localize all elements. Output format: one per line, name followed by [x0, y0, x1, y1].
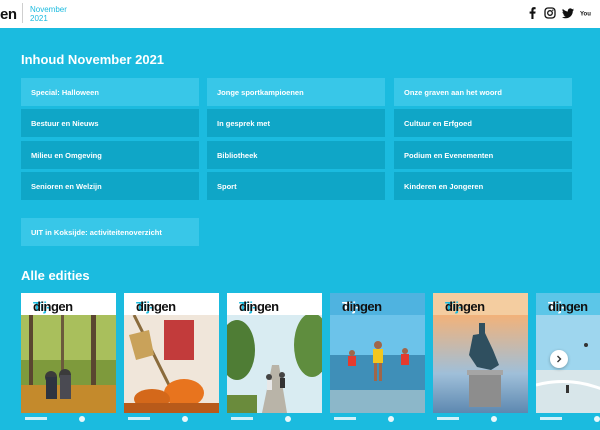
tile-kinderen-en-jongeren[interactable]: Kinderen en Jongeren [394, 172, 572, 200]
edition-cover[interactable]: Tij-dingen [433, 293, 528, 425]
cover-masthead: Tij-dingen [536, 293, 600, 315]
cover-photo [536, 315, 600, 413]
editions-carousel: Tij-dingen Tij-dingen Tij- dingen Tij- d… [21, 293, 600, 430]
edition-cover[interactable]: Tij-dingen [124, 293, 219, 425]
facebook-icon[interactable] [526, 7, 538, 19]
cover-photo [433, 315, 528, 413]
edition-month: November [30, 5, 67, 14]
cover-photo [124, 315, 219, 413]
chevron-right-icon [557, 355, 562, 363]
tile-senioren-en-welzijn[interactable]: Senioren en Welzijn [21, 172, 199, 200]
tile-sport[interactable]: Sport [207, 172, 385, 200]
social-links: You [526, 7, 592, 19]
tile-in-gesprek-met[interactable]: In gesprek met [207, 109, 385, 137]
cover-photo [21, 315, 116, 413]
top-header: en November 2021 You [0, 0, 600, 28]
tile-milieu-en-omgeving[interactable]: Milieu en Omgeving [21, 141, 199, 169]
cover-photo [227, 315, 322, 413]
twitter-icon[interactable] [562, 7, 574, 19]
tile-uit-in-koksijde[interactable]: UIT in Koksijde: activiteitenoverzicht [21, 218, 199, 246]
cover-masthead: Tij-dingen [227, 293, 322, 315]
cover-masthead: Tij-dingen [433, 293, 528, 315]
edition-label: November 2021 [30, 5, 67, 23]
edition-cover[interactable]: Tij-dingen [536, 293, 600, 425]
cover-masthead: Tij-dingen [21, 293, 116, 315]
carousel-next-button[interactable] [550, 350, 568, 368]
contents-title: Inhoud November 2021 [21, 52, 165, 67]
tile-jonge-sportkampioenen[interactable]: Jonge sportkampioenen [207, 78, 385, 106]
tile-bestuur-en-nieuws[interactable]: Bestuur en Nieuws [21, 109, 199, 137]
tile-special-halloween[interactable]: Special: Halloween [21, 78, 199, 106]
cover-masthead: Tij-dingen [124, 293, 219, 315]
edition-cover[interactable]: Tij-dingen [21, 293, 116, 425]
cover-masthead: Tij-dingen [330, 293, 425, 315]
cover-photo [330, 315, 425, 413]
logo[interactable]: en [0, 6, 17, 23]
edition-cover[interactable]: Tij-dingen [227, 293, 322, 425]
header-divider [22, 3, 23, 23]
youtube-icon[interactable]: You [580, 7, 592, 19]
instagram-icon[interactable] [544, 7, 556, 19]
edition-year: 2021 [30, 14, 48, 23]
tile-bibliotheek[interactable]: Bibliotheek [207, 141, 385, 169]
edition-cover[interactable]: Tij-dingen [330, 293, 425, 425]
tile-onze-graven[interactable]: Onze graven aan het woord [394, 78, 572, 106]
editions-title: Alle edities [21, 268, 90, 283]
tile-cultuur-en-erfgoed[interactable]: Cultuur en Erfgoed [394, 109, 572, 137]
tile-podium-en-evenementen[interactable]: Podium en Evenementen [394, 141, 572, 169]
svg-text:You: You [580, 12, 591, 18]
